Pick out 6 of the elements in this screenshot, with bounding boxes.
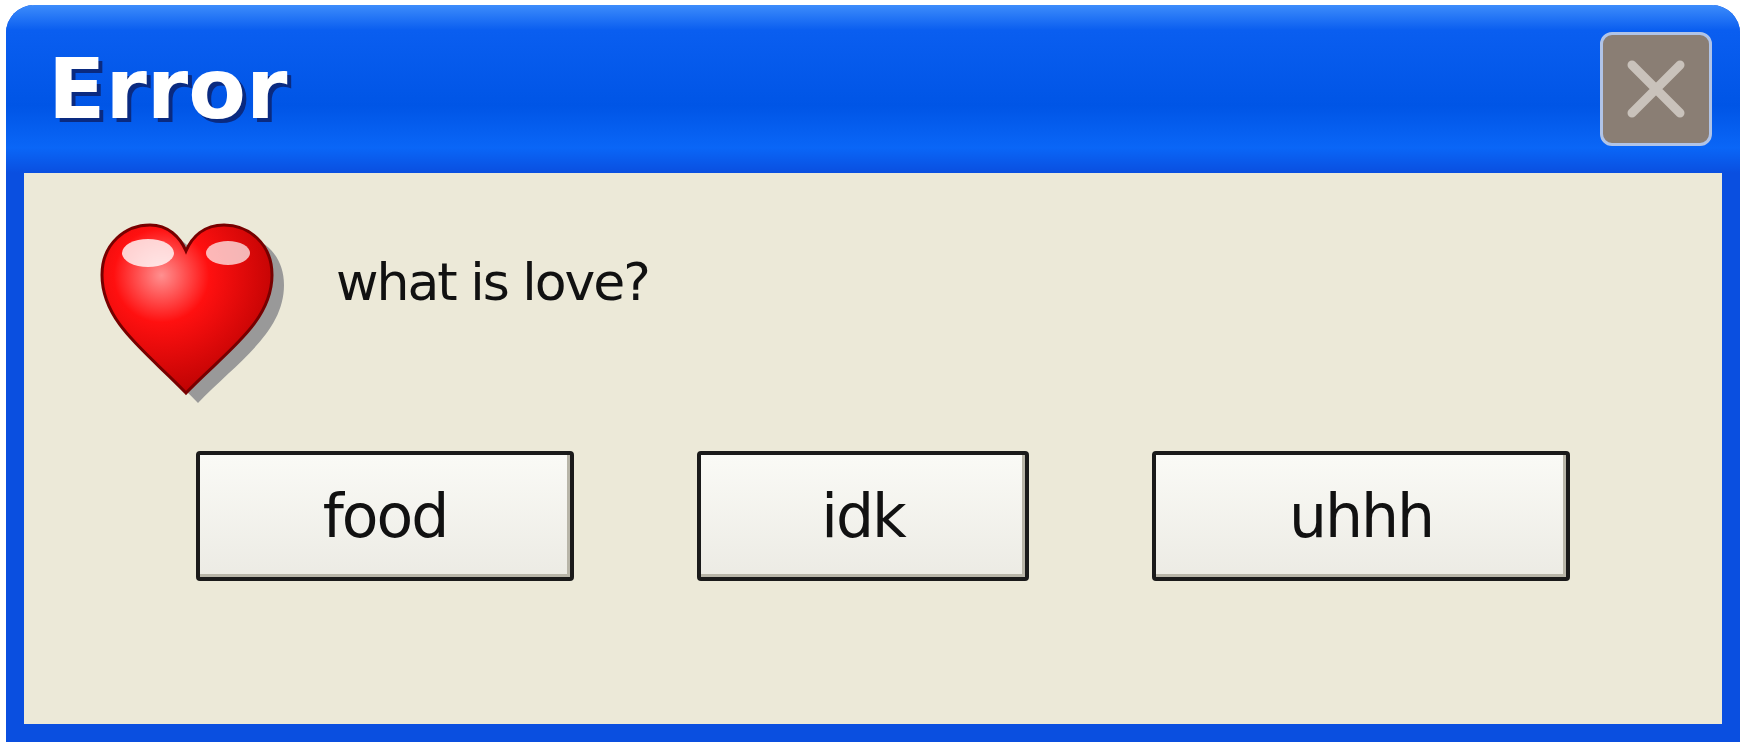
answer-button[interactable]: idk (697, 451, 1029, 581)
message-text: what is love? (336, 251, 649, 314)
close-button[interactable] (1600, 32, 1712, 146)
answer-button[interactable]: uhhh (1152, 451, 1570, 581)
window-title: Error (48, 47, 288, 131)
answer-button[interactable]: food (196, 451, 574, 581)
